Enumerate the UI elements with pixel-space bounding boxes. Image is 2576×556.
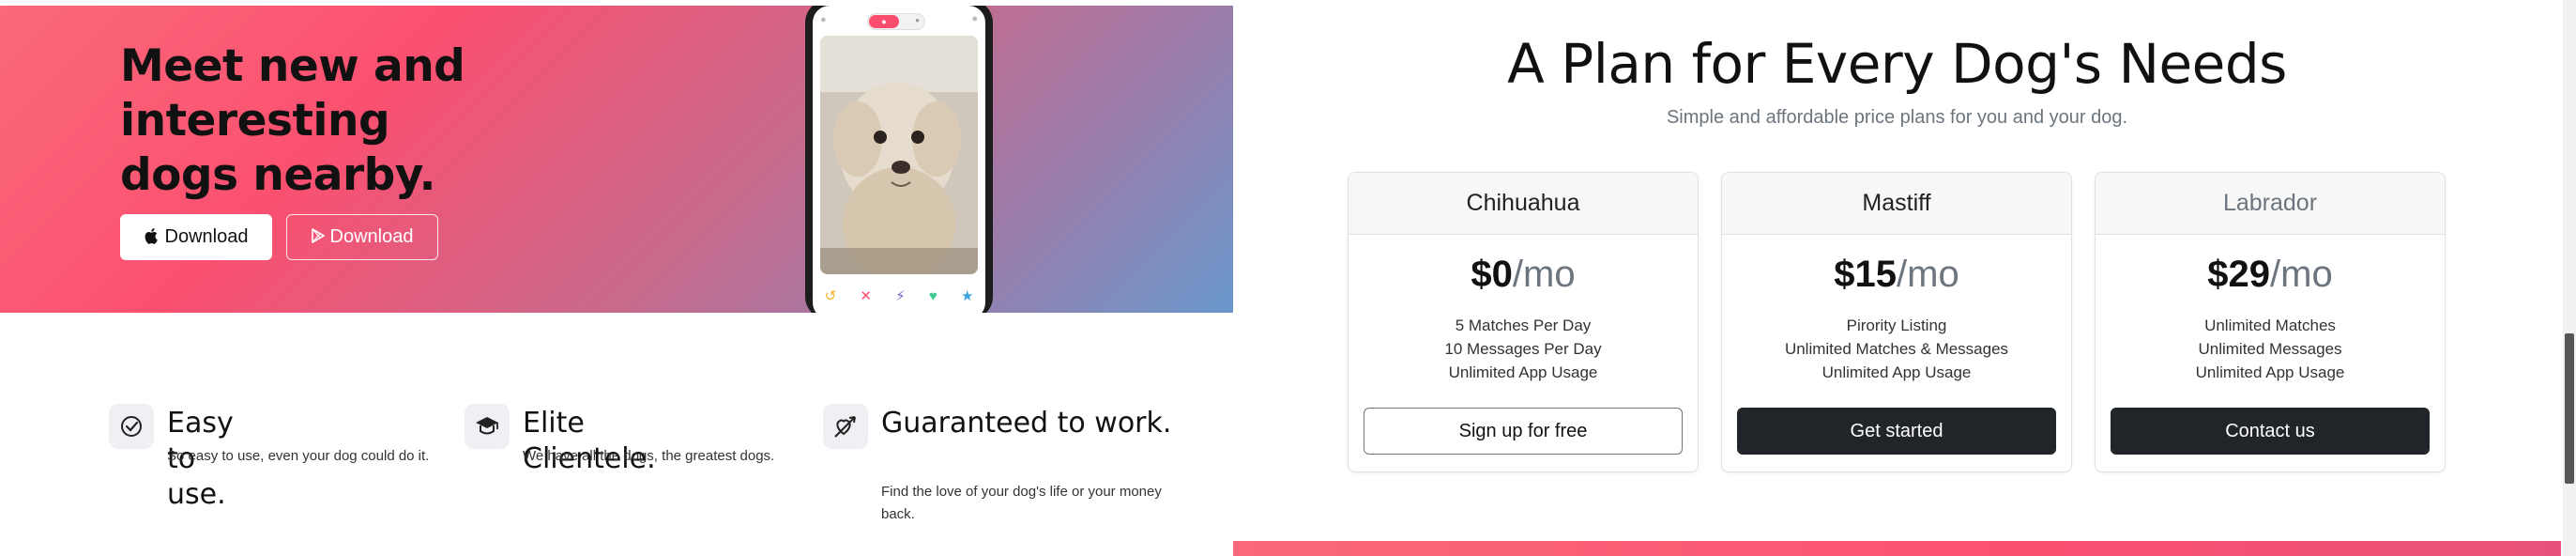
- plan-card-mastiff: Mastiff $15/mo Pirority Listing Unlimite…: [1721, 172, 2072, 472]
- plan-feature: Pirority Listing: [1846, 317, 1947, 334]
- plan-price: $15/mo: [1722, 254, 2071, 296]
- feature-text: We have all the dogs, the greatest dogs.: [523, 448, 775, 464]
- plan-feature: Unlimited App Usage: [2195, 363, 2345, 381]
- feature-text: So easy to use, even your dog could do i…: [167, 448, 430, 464]
- play-store-download-button[interactable]: Download: [286, 214, 438, 260]
- phone-screen: ● ● ● ● ↺ ✕ ⚡ ♥ ★: [813, 6, 985, 313]
- plan-feature: 5 Matches Per Day: [1455, 317, 1592, 334]
- app-store-download-button[interactable]: Download: [120, 214, 272, 260]
- footer-gradient-strip: [1233, 541, 2561, 556]
- vertical-scrollbar[interactable]: [2563, 0, 2576, 556]
- features-section: Easy to use. So easy to use, even your d…: [0, 394, 1233, 556]
- flame-icon: ●: [869, 15, 899, 28]
- bolt-icon: ⚡: [895, 288, 906, 304]
- close-icon: ✕: [860, 288, 872, 304]
- pricing-section: A Plan for Every Dog's Needs Simple and …: [1233, 0, 2576, 556]
- plan-price-amount: $29: [2207, 254, 2271, 295]
- user-icon: ●: [820, 14, 827, 25]
- plan-feature: Unlimited Messages: [2198, 340, 2342, 358]
- plan-feature: 10 Messages Per Day: [1444, 340, 1602, 358]
- plan-feature: Unlimited Matches: [2204, 317, 2336, 334]
- scrollbar-thumb[interactable]: [2565, 333, 2574, 484]
- pricing-subtitle: Simple and affordable price plans for yo…: [1666, 107, 2128, 128]
- phone-mockup: ● ● ● ● ↺ ✕ ⚡ ♥ ★: [805, 6, 993, 313]
- play-store-download-label: Download: [329, 226, 414, 247]
- plan-price: $0/mo: [1349, 254, 1698, 296]
- hero-banner: Meet new and interesting dogs nearby. Do…: [0, 6, 1233, 313]
- feature-title: Guaranteed to work.: [881, 407, 1172, 440]
- landing-left-section: Meet new and interesting dogs nearby. Do…: [0, 0, 1233, 556]
- check-circle-icon: [109, 404, 154, 449]
- pricing-title: A Plan for Every Dog's Needs: [1507, 32, 2287, 96]
- plan-price-period: /mo: [1512, 254, 1576, 295]
- get-started-button[interactable]: Get started: [1737, 408, 2056, 455]
- plan-price-period: /mo: [1897, 254, 1959, 295]
- app-toggle: ● ●: [867, 13, 925, 30]
- plan-feature: Unlimited Matches & Messages: [1784, 340, 2009, 358]
- chat-icon: ●: [971, 13, 978, 24]
- plan-card-labrador: Labrador $29/mo Unlimited Matches Unlimi…: [2095, 172, 2446, 472]
- plan-feature: Unlimited App Usage: [1448, 363, 1598, 381]
- plan-name: Mastiff: [1722, 173, 2071, 235]
- graduation-cap-icon: [465, 404, 510, 449]
- sign-up-free-button[interactable]: Sign up for free: [1364, 408, 1683, 455]
- hero-title: Meet new and interesting dogs nearby.: [120, 40, 465, 201]
- phone-action-bar: ↺ ✕ ⚡ ♥ ★: [813, 284, 985, 308]
- plan-price-period: /mo: [2270, 254, 2333, 295]
- app-store-download-label: Download: [164, 226, 249, 247]
- play-store-icon: [311, 228, 325, 246]
- feature-text: Find the love of your dog's life or your…: [881, 484, 1162, 522]
- phone-app-header: ● ● ● ●: [813, 6, 985, 34]
- plan-name: Labrador: [2096, 173, 2445, 235]
- heart-arrow-icon: [823, 404, 868, 449]
- undo-icon: ↺: [824, 288, 837, 304]
- plan-card-chihuahua: Chihuahua $0/mo 5 Matches Per Day 10 Mes…: [1348, 172, 1699, 472]
- dog-photo: [820, 36, 978, 274]
- plan-price-amount: $15: [1834, 254, 1898, 295]
- plan-price: $29/mo: [2096, 254, 2445, 296]
- plan-price-amount: $0: [1471, 254, 1513, 295]
- plan-feature: Unlimited App Usage: [1821, 363, 1972, 381]
- heart-icon: ♥: [928, 287, 937, 304]
- contact-us-button[interactable]: Contact us: [2111, 408, 2430, 455]
- star-icon: ★: [960, 288, 974, 304]
- plan-name: Chihuahua: [1349, 173, 1698, 235]
- apple-icon: [145, 227, 160, 247]
- star-toggle-icon: ●: [915, 16, 920, 24]
